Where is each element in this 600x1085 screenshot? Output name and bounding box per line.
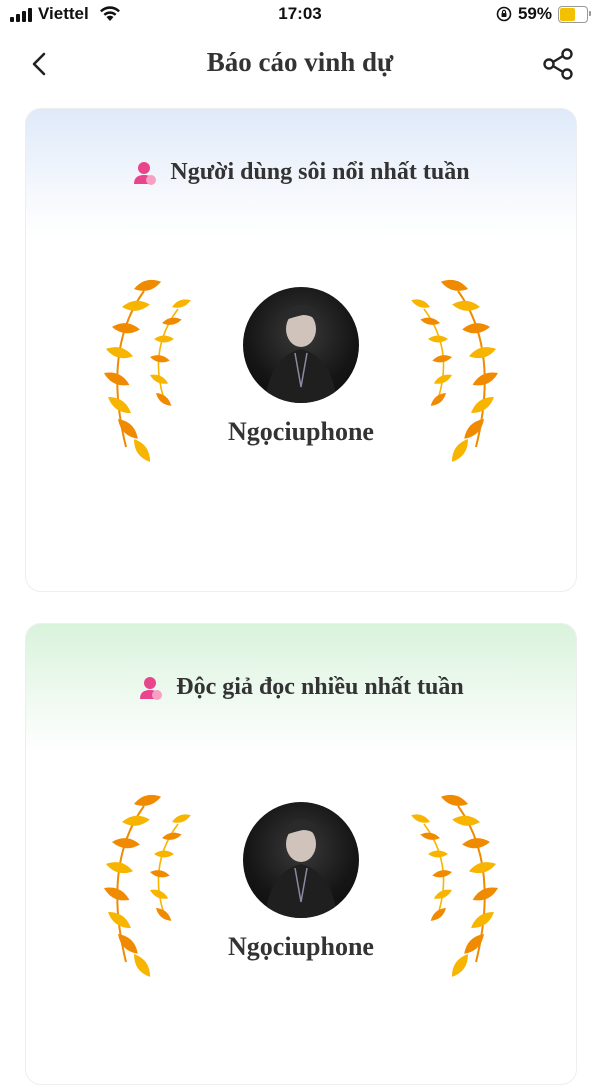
- status-bar: Viettel 17:03 59%: [0, 0, 600, 32]
- battery-icon: [558, 5, 591, 23]
- person-icon: [140, 676, 163, 700]
- person-icon: [134, 161, 157, 185]
- honor-card-top-reader: Độc giả đọc nhiều nhất tuần Ngọciuphone: [25, 623, 577, 1085]
- laurel-right-icon: [398, 279, 528, 469]
- battery-percent: 59%: [517, 4, 552, 23]
- card-title-row: Người dùng sôi nổi nhất tuần: [26, 159, 576, 186]
- card-title: Người dùng sôi nổi nhất tuần: [170, 159, 470, 185]
- battery-level: [560, 7, 576, 21]
- honor-card-most-active: Người dùng sôi nổi nhất tuần Ngọciuphone: [25, 108, 577, 592]
- share-icon[interactable]: [540, 46, 576, 82]
- status-right: 59%: [496, 4, 591, 24]
- card-title: Độc giả đọc nhiều nhất tuần: [176, 674, 464, 700]
- orientation-lock-icon: [496, 6, 512, 22]
- nav-header: Báo cáo vinh dự: [0, 38, 600, 92]
- laurel-right-icon: [398, 794, 528, 984]
- avatar[interactable]: [243, 287, 359, 403]
- avatar[interactable]: [243, 802, 359, 918]
- card-title-row: Độc giả đọc nhiều nhất tuần: [26, 674, 576, 701]
- page-title: Báo cáo vinh dự: [206, 47, 394, 77]
